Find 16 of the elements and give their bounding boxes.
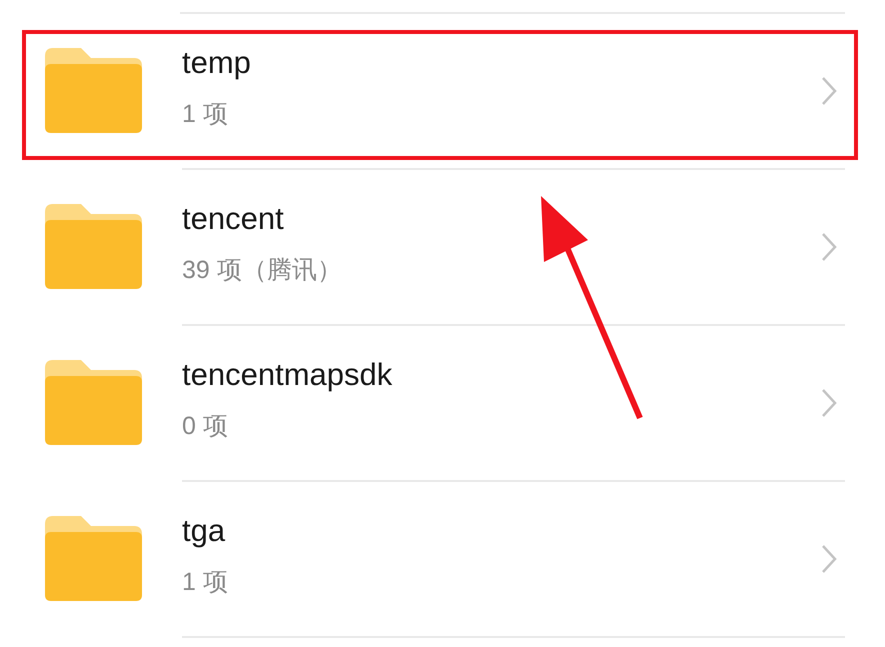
chevron-icon[interactable] bbox=[821, 544, 837, 574]
folder-name: tga bbox=[182, 512, 226, 548]
folder-icon bbox=[45, 48, 142, 132]
item-count: 0 项 bbox=[182, 410, 228, 442]
item-count: 39 项（腾讯） bbox=[182, 254, 342, 286]
item-count: 1 项 bbox=[182, 566, 228, 598]
folder-name: tencentmapsdk bbox=[182, 356, 392, 392]
folder-icon bbox=[45, 360, 142, 444]
folder-icon bbox=[45, 204, 142, 288]
chevron-icon[interactable] bbox=[821, 388, 837, 418]
folder-name: tencent bbox=[182, 200, 284, 236]
chevron-icon[interactable] bbox=[821, 232, 837, 262]
folder-name: temp bbox=[182, 44, 251, 80]
chevron-icon[interactable] bbox=[821, 76, 837, 106]
item-count: 1 项 bbox=[182, 98, 228, 130]
folder-icon bbox=[45, 516, 142, 600]
